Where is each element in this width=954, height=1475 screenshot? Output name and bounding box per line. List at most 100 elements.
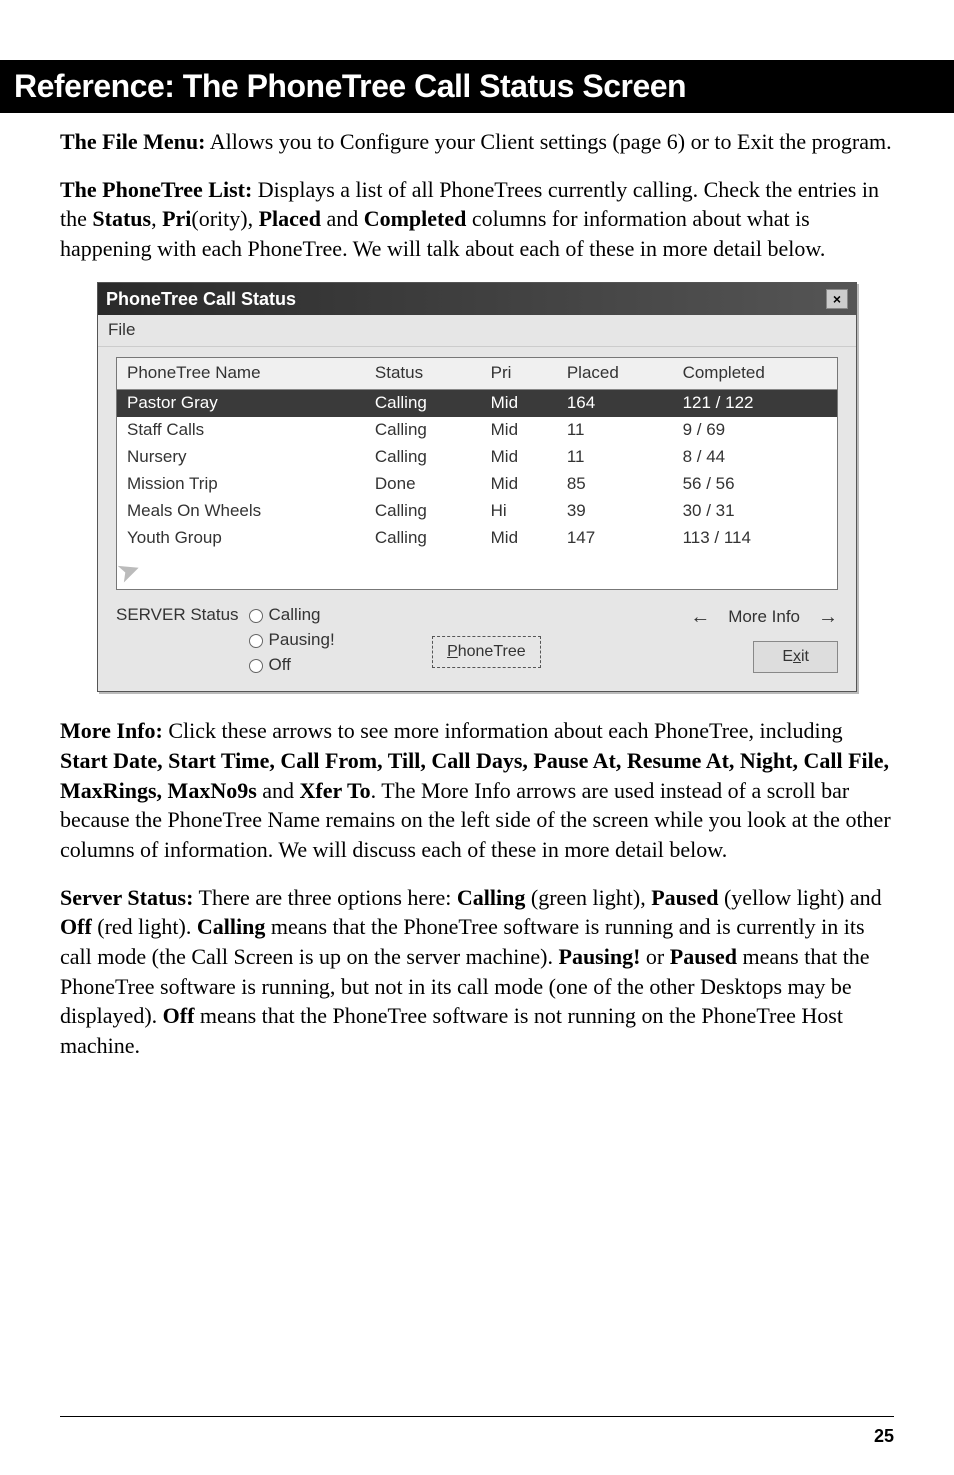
radio-icon xyxy=(249,659,263,673)
dialog-title: PhoneTree Call Status xyxy=(106,287,296,311)
text-bold: Pri xyxy=(162,206,191,231)
col-pri[interactable]: Pri xyxy=(481,358,557,389)
text: and xyxy=(257,778,300,803)
cell-status: Calling xyxy=(365,417,481,444)
text-bold: Off xyxy=(60,914,92,939)
label-file-menu: The File Menu: xyxy=(60,129,205,154)
cell-placed: 11 xyxy=(557,444,673,471)
radio-off[interactable]: Off xyxy=(249,654,335,677)
cell-pri: Hi xyxy=(481,498,557,525)
col-placed[interactable]: Placed xyxy=(557,358,673,389)
arrow-left-icon[interactable]: ← xyxy=(690,604,710,631)
exit-button[interactable]: Exit xyxy=(753,641,838,673)
table-header-row: PhoneTree Name Status Pri Placed Complet… xyxy=(117,358,837,389)
text: (ority), xyxy=(191,206,258,231)
text-bold: Pausing! xyxy=(559,944,641,969)
paragraph-server-status: Server Status: There are three options h… xyxy=(60,883,894,1061)
page-title: Reference: The PhoneTree Call Status Scr… xyxy=(0,60,954,113)
cell-status: Calling xyxy=(365,389,481,416)
paragraph-more-info: More Info: Click these arrows to see mor… xyxy=(60,716,894,864)
radio-icon xyxy=(249,609,263,623)
more-info-label: More Info xyxy=(728,606,800,629)
text: (green light), xyxy=(525,885,651,910)
table-row[interactable]: Staff CallsCallingMid119 / 69 xyxy=(117,417,837,444)
cell-pri: Mid xyxy=(481,525,557,552)
paragraph-phonetree-list: The PhoneTree List: Displays a list of a… xyxy=(60,175,894,264)
server-status-label: SERVER Status xyxy=(116,604,239,677)
phonetree-button[interactable]: PhoneTree xyxy=(432,636,541,668)
button-label: it xyxy=(801,648,809,665)
text: or xyxy=(640,944,669,969)
col-status[interactable]: Status xyxy=(365,358,481,389)
button-label-accel: x xyxy=(793,648,801,665)
cell-status: Done xyxy=(365,471,481,498)
text: Click these arrows to see more informati… xyxy=(163,718,843,743)
cursor-icon: ➤ xyxy=(111,549,146,593)
col-name[interactable]: PhoneTree Name xyxy=(117,358,365,389)
close-icon[interactable]: × xyxy=(826,289,848,309)
text-bold: Paused xyxy=(670,944,737,969)
cell-placed: 147 xyxy=(557,525,673,552)
cell-pri: Mid xyxy=(481,417,557,444)
screenshot-dialog: PhoneTree Call Status × File PhoneTree N… xyxy=(97,282,857,692)
text: (red light). xyxy=(92,914,197,939)
cell-completed: 113 / 114 xyxy=(673,525,837,552)
cell-status: Calling xyxy=(365,498,481,525)
text-bold: Off xyxy=(163,1003,195,1028)
text: There are three options here: xyxy=(193,885,456,910)
label-more-info: More Info: xyxy=(60,718,163,743)
button-label: E xyxy=(782,648,793,665)
footer-rule xyxy=(60,1416,894,1417)
cell-pri: Mid xyxy=(481,471,557,498)
col-completed[interactable]: Completed xyxy=(673,358,837,389)
paragraph-file-menu: The File Menu: Allows you to Configure y… xyxy=(60,127,894,157)
table-row[interactable]: Meals On WheelsCallingHi3930 / 31 xyxy=(117,498,837,525)
text: (yellow light) and xyxy=(718,885,881,910)
text: and xyxy=(321,206,364,231)
cell-name: Mission Trip xyxy=(117,471,365,498)
cell-pri: Mid xyxy=(481,444,557,471)
cell-completed: 56 / 56 xyxy=(673,471,837,498)
cell-name: Meals On Wheels xyxy=(117,498,365,525)
text-bold: Xfer To xyxy=(300,778,371,803)
cell-completed: 9 / 69 xyxy=(673,417,837,444)
label-phonetree-list: The PhoneTree List: xyxy=(60,177,252,202)
table-row[interactable]: Youth GroupCallingMid147113 / 114 xyxy=(117,525,837,552)
cell-completed: 8 / 44 xyxy=(673,444,837,471)
radio-pausing[interactable]: Pausing! xyxy=(249,629,335,652)
cell-completed: 121 / 122 xyxy=(673,389,837,416)
text-bold: Calling xyxy=(457,885,525,910)
text: , xyxy=(151,206,162,231)
dialog-menubar: File xyxy=(98,315,856,347)
arrow-right-icon[interactable]: → xyxy=(818,604,838,631)
cursor-area: ➤ xyxy=(117,552,837,590)
table-row[interactable]: NurseryCallingMid118 / 44 xyxy=(117,444,837,471)
page-number: 25 xyxy=(874,1426,894,1447)
cell-placed: 164 xyxy=(557,389,673,416)
cell-name: Staff Calls xyxy=(117,417,365,444)
text: Allows you to Configure your Client sett… xyxy=(205,129,891,154)
label-server-status: Server Status: xyxy=(60,885,193,910)
text-bold: Calling xyxy=(197,914,265,939)
cell-name: Pastor Gray xyxy=(117,389,365,416)
text-bold: Status xyxy=(92,206,151,231)
cell-pri: Mid xyxy=(481,389,557,416)
cell-placed: 39 xyxy=(557,498,673,525)
table-row[interactable]: Mission TripDoneMid8556 / 56 xyxy=(117,471,837,498)
radio-label: Off xyxy=(269,654,291,677)
cell-name: Youth Group xyxy=(117,525,365,552)
text-bold: Paused xyxy=(651,885,718,910)
server-status-group: SERVER Status Calling Pausing! xyxy=(116,604,335,677)
cell-completed: 30 / 31 xyxy=(673,498,837,525)
radio-icon xyxy=(249,634,263,648)
radio-label: Pausing! xyxy=(269,629,335,652)
table-row[interactable]: Pastor GrayCallingMid164121 / 122 xyxy=(117,389,837,416)
menu-file[interactable]: File xyxy=(108,320,135,339)
cell-name: Nursery xyxy=(117,444,365,471)
cell-placed: 11 xyxy=(557,417,673,444)
button-label: honeTree xyxy=(458,643,526,660)
cell-placed: 85 xyxy=(557,471,673,498)
text-bold: Completed xyxy=(364,206,467,231)
radio-calling[interactable]: Calling xyxy=(249,604,335,627)
text-bold: Placed xyxy=(259,206,321,231)
